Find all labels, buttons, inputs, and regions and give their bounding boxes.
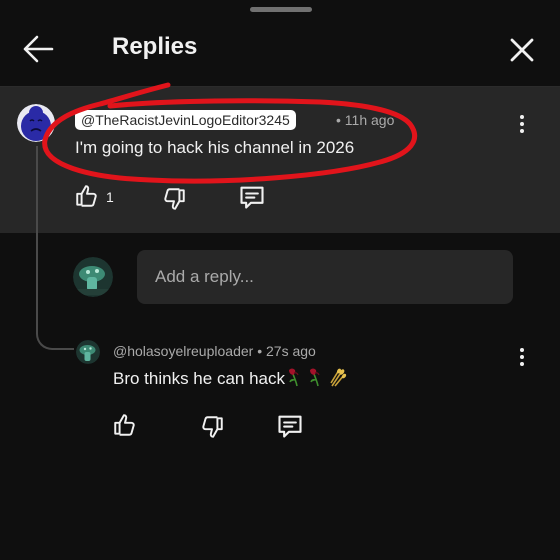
reply-input[interactable] bbox=[137, 250, 513, 304]
more-dot bbox=[520, 122, 524, 126]
parent-dislike-button[interactable] bbox=[161, 186, 187, 217]
avatar[interactable] bbox=[17, 104, 55, 142]
reply-author-avatar[interactable] bbox=[76, 340, 100, 364]
header: Replies bbox=[0, 16, 560, 82]
user-avatar[interactable] bbox=[73, 257, 113, 297]
comment-icon bbox=[240, 186, 264, 209]
thumbs-down-icon bbox=[202, 416, 223, 438]
comment-icon bbox=[278, 415, 302, 438]
arrow-left-icon bbox=[23, 35, 54, 63]
thumbs-up-icon bbox=[76, 185, 97, 207]
parent-like-button[interactable] bbox=[74, 183, 100, 214]
sheaf-of-rice-emoji-icon bbox=[330, 368, 347, 387]
page-title: Replies bbox=[112, 33, 198, 60]
reply-time: • 27s ago bbox=[257, 343, 316, 359]
parent-comment-text: I'm going to hack his channel in 2026 bbox=[75, 138, 355, 157]
close-icon bbox=[510, 38, 534, 62]
reply-more-options-button[interactable] bbox=[510, 345, 534, 375]
thumbs-up-icon bbox=[114, 414, 135, 436]
reply-author-line: @holasoyelreuploader • 27s ago bbox=[113, 341, 316, 361]
wilted-rose-emoji-icon bbox=[288, 368, 299, 387]
parent-comment-author[interactable]: @TheRacistJevinLogoEditor3245 bbox=[75, 110, 296, 130]
more-dot bbox=[520, 355, 524, 359]
like-count: 1 bbox=[106, 189, 114, 205]
sad-face-avatar-icon bbox=[17, 104, 55, 142]
more-dot bbox=[520, 129, 524, 133]
reply-author[interactable]: @holasoyelreuploader bbox=[113, 343, 253, 359]
thumbs-down-icon bbox=[164, 188, 185, 210]
reply-text: Bro thinks he can hack bbox=[113, 367, 348, 390]
wilted-rose-emoji-icon bbox=[309, 368, 320, 387]
drag-handle[interactable] bbox=[250, 7, 312, 12]
more-vertical-icon bbox=[520, 348, 524, 352]
more-vertical-icon bbox=[520, 115, 524, 119]
back-button[interactable] bbox=[18, 31, 58, 67]
thread-line bbox=[36, 146, 74, 350]
mushroom-avatar-icon bbox=[73, 257, 113, 297]
mushroom-avatar-icon bbox=[76, 340, 100, 364]
close-button[interactable] bbox=[503, 31, 541, 69]
reply-reply-button[interactable] bbox=[276, 412, 304, 445]
parent-more-options-button[interactable] bbox=[510, 112, 534, 142]
reply-dislike-button[interactable] bbox=[199, 414, 225, 445]
reply-text-body: Bro thinks he can hack bbox=[113, 369, 285, 388]
more-dot bbox=[520, 362, 524, 366]
parent-reply-button[interactable] bbox=[238, 183, 266, 216]
reply-like-button[interactable] bbox=[112, 412, 138, 443]
parent-comment-time: • 11h ago bbox=[336, 112, 395, 128]
